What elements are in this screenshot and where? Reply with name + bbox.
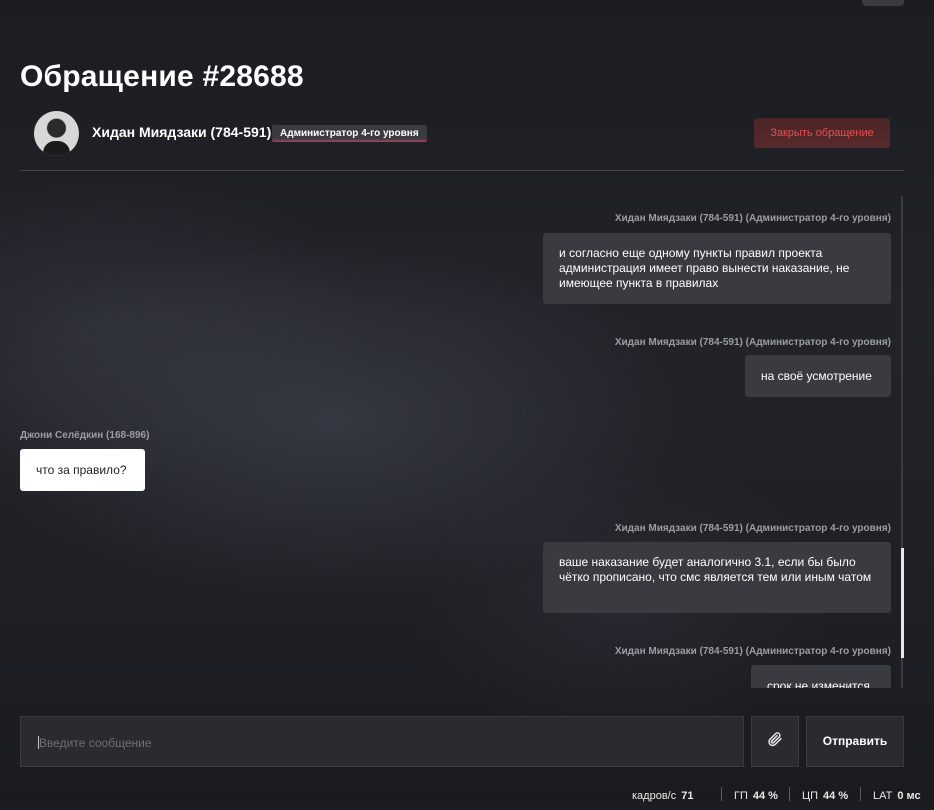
message-author: Хидан Миядзаки (784-591) (Администратор … xyxy=(614,646,891,657)
message-bubble: и согласно еще одному пункты правил прое… xyxy=(543,233,891,304)
latency-label: LAT xyxy=(873,790,893,802)
chat-log[interactable]: Хидан Миядзаки (784-591) (Администратор … xyxy=(20,196,894,688)
role-badge: Администратор 4-го уровня xyxy=(272,125,427,142)
latency-value: 0 мс xyxy=(897,790,921,802)
top-button[interactable] xyxy=(862,0,904,6)
message-bubble: ваше наказание будет аналогично 3.1, есл… xyxy=(543,542,891,613)
avatar xyxy=(34,111,79,156)
page-title: Обращение #28688 xyxy=(20,60,304,93)
message-author: Хидан Миядзаки (784-591) (Администратор … xyxy=(614,213,891,224)
fps-label: кадров/с xyxy=(632,790,677,802)
stat-divider xyxy=(860,787,861,801)
send-button[interactable]: Отправить xyxy=(806,716,904,767)
close-ticket-button[interactable]: Закрыть обращение xyxy=(754,118,890,148)
message-author: Хидан Миядзаки (784-591) (Администратор … xyxy=(614,523,891,534)
fps-stat: кадров/с 71 xyxy=(632,790,693,810)
message-author: Джони Селёдкин (168-896) xyxy=(20,430,150,441)
gpu-value: 44 % xyxy=(752,790,778,802)
user-name: Хидан Миядзаки (784-591) xyxy=(92,124,272,140)
cpu-label: ЦП xyxy=(802,790,819,802)
stat-divider xyxy=(789,787,790,801)
message-author: Хидан Миядзаки (784-591) (Администратор … xyxy=(614,337,891,348)
attach-button[interactable] xyxy=(751,716,799,767)
gpu-label: ГП xyxy=(734,790,748,802)
text-caret xyxy=(38,736,39,749)
cpu-value: 44 % xyxy=(823,790,849,802)
latency-stat: LAT 0 мс xyxy=(873,790,921,810)
message-bubble: срок не изменится xyxy=(751,665,891,688)
header-divider xyxy=(20,170,904,171)
gpu-stat: ГП 44 % xyxy=(734,790,778,810)
stat-divider xyxy=(721,787,722,801)
message-input[interactable] xyxy=(37,717,731,768)
message-bubble: что за правило? xyxy=(20,449,145,491)
chat-scrollbar-thumb[interactable] xyxy=(901,548,904,658)
fps-value: 71 xyxy=(681,790,694,802)
message-composer[interactable] xyxy=(20,716,744,768)
message-bubble: на своё усмотрение xyxy=(745,355,891,397)
paperclip-icon xyxy=(767,731,783,752)
cpu-stat: ЦП 44 % xyxy=(802,790,848,810)
